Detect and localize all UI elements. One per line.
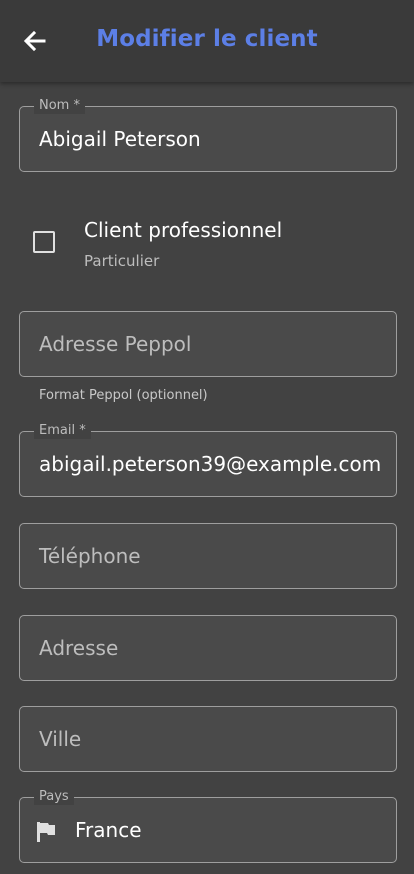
country-field[interactable]: Pays France xyxy=(19,789,397,863)
city-field[interactable]: Ville xyxy=(19,706,397,772)
address-placeholder: Adresse xyxy=(39,636,119,660)
peppol-address-placeholder: Adresse Peppol xyxy=(39,332,192,356)
phone-placeholder: Téléphone xyxy=(39,544,141,568)
email-field[interactable]: Email * abigail.peterson39@example.com xyxy=(19,423,397,497)
peppol-address-field[interactable]: Adresse Peppol xyxy=(19,311,397,377)
page-title: Modifier le client xyxy=(96,26,318,52)
flag-icon xyxy=(36,821,56,843)
country-field-label: Pays xyxy=(34,789,74,805)
app-bar: Modifier le client xyxy=(0,0,414,82)
professional-client-label: Client professionnel xyxy=(84,218,283,242)
city-placeholder: Ville xyxy=(39,727,82,751)
peppol-helper-text: Format Peppol (optionnel) xyxy=(39,388,208,403)
professional-client-subtitle: Particulier xyxy=(84,252,160,270)
professional-client-checkbox-row[interactable]: Client professionnel Particulier xyxy=(19,210,397,274)
name-field[interactable]: Nom * Abigail Peterson xyxy=(19,98,397,172)
address-field[interactable]: Adresse xyxy=(19,615,397,681)
phone-field[interactable]: Téléphone xyxy=(19,523,397,589)
email-field-value: abigail.peterson39@example.com xyxy=(39,452,382,476)
professional-client-checkbox[interactable] xyxy=(33,231,55,253)
name-field-value: Abigail Peterson xyxy=(39,127,201,151)
country-field-value: France xyxy=(75,818,142,842)
